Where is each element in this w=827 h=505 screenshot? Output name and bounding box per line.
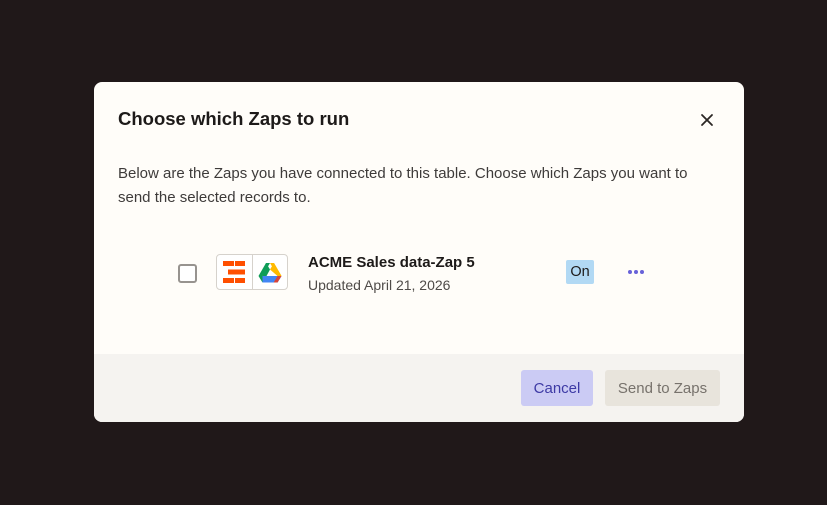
app-icon-slot — [251, 255, 288, 289]
zap-app-icons — [216, 254, 288, 290]
close-icon — [701, 114, 713, 126]
send-to-zaps-button[interactable]: Send to Zaps — [605, 370, 720, 406]
more-horizontal-icon — [628, 270, 644, 274]
zap-updated-date: Updated April 21, 2026 — [308, 277, 451, 293]
zapier-tables-icon — [223, 261, 246, 283]
status-badge: On — [566, 260, 594, 284]
app-icon-slot — [217, 255, 252, 289]
google-drive-icon — [258, 262, 282, 282]
close-button[interactable] — [695, 108, 719, 132]
dialog-title: Choose which Zaps to run — [118, 108, 350, 129]
zap-row: ACME Sales data-Zap 5 Updated April 21, … — [94, 252, 744, 293]
choose-zaps-dialog: Choose which Zaps to run Below are the Z… — [94, 82, 744, 422]
cancel-button[interactable]: Cancel — [521, 370, 593, 406]
zap-select-checkbox[interactable] — [178, 264, 197, 283]
dialog-footer: Cancel Send to Zaps — [94, 354, 744, 422]
dialog-description: Below are the Zaps you have connected to… — [118, 165, 688, 206]
more-options-button[interactable] — [624, 260, 648, 284]
zap-name[interactable]: ACME Sales data-Zap 5 — [308, 254, 475, 272]
